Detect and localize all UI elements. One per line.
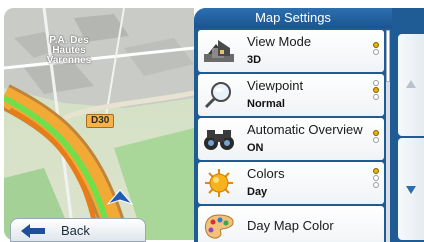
scrollbar-thumb[interactable] bbox=[386, 30, 390, 82]
option-indicator bbox=[373, 168, 381, 194]
sun-icon bbox=[205, 169, 233, 197]
arrow-down-icon bbox=[406, 186, 416, 194]
palette-icon bbox=[204, 214, 234, 239]
option-indicator bbox=[373, 80, 381, 106]
setting-title: Day Map Color bbox=[247, 218, 334, 233]
scroll-up-button[interactable] bbox=[398, 34, 424, 136]
house-3d-icon bbox=[204, 40, 234, 62]
arrow-up-icon bbox=[406, 80, 416, 88]
option-indicator bbox=[373, 42, 381, 64]
setting-row-colors[interactable]: Colors Day bbox=[198, 162, 384, 204]
setting-value: Day bbox=[247, 186, 268, 198]
setting-row-viewpoint[interactable]: Viewpoint Normal bbox=[198, 74, 384, 116]
magnifier-icon bbox=[204, 82, 231, 109]
map-view[interactable]: P.A. Des Hautes Varennes D30 bbox=[4, 8, 194, 240]
back-arrow-icon bbox=[21, 224, 45, 238]
scroll-down-button[interactable] bbox=[398, 138, 424, 240]
panel-title: Map Settings bbox=[194, 8, 392, 28]
setting-value: Normal bbox=[247, 98, 285, 110]
map-settings-panel: Map Settings View Mode 3D Viewpoint Norm… bbox=[194, 8, 392, 242]
back-button-label: Back bbox=[61, 222, 90, 238]
setting-value: 3D bbox=[247, 54, 262, 66]
setting-title: View Mode bbox=[247, 34, 312, 49]
setting-row-view-mode[interactable]: View Mode 3D bbox=[198, 30, 384, 72]
binoculars-icon bbox=[204, 130, 234, 150]
setting-title: Colors bbox=[247, 166, 285, 181]
setting-value: ON bbox=[247, 142, 264, 154]
setting-row-day-map-color[interactable]: Day Map Color bbox=[198, 206, 384, 242]
option-indicator bbox=[373, 130, 381, 152]
navigation-screen: P.A. Des Hautes Varennes D30 Back Map Se… bbox=[0, 0, 424, 242]
place-label: P.A. Des Hautes Varennes bbox=[46, 35, 92, 66]
setting-title: Viewpoint bbox=[247, 78, 304, 93]
road-number-label: D30 bbox=[86, 114, 115, 128]
list-scrollbar[interactable] bbox=[386, 30, 390, 242]
setting-row-automatic-overview[interactable]: Automatic Overview ON bbox=[198, 118, 384, 160]
setting-title: Automatic Overview bbox=[247, 122, 363, 137]
back-button[interactable]: Back bbox=[10, 218, 146, 242]
scroll-controls bbox=[392, 8, 424, 242]
